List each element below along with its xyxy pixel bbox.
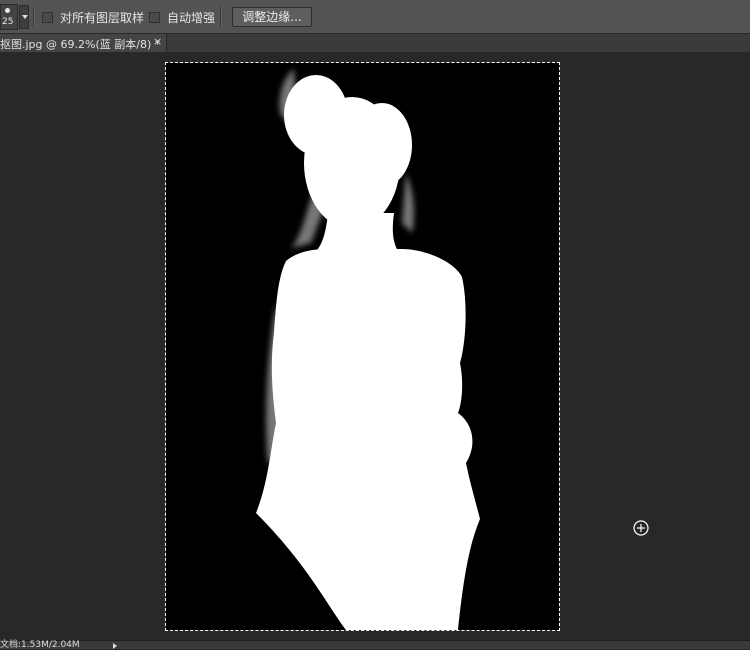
brush-preset-dropdown[interactable] [19, 5, 29, 29]
document-tab[interactable]: 抠图.jpg @ 69.2%(蓝 副本/8) * × [0, 34, 167, 52]
options-bar: 25 对所有图层取样 自动增强 调整边缘... [0, 0, 750, 34]
refine-edge-button[interactable]: 调整边缘... [232, 7, 312, 27]
workspace [0, 52, 750, 640]
status-bar: 文档:1.53M/2.04M [0, 640, 750, 650]
sample-all-layers-option[interactable]: 对所有图层取样 [42, 9, 144, 25]
close-icon[interactable]: × [153, 35, 162, 48]
auto-enhance-option[interactable]: 自动增强 [149, 9, 215, 25]
divider [220, 6, 222, 28]
document-tab-bar: 抠图.jpg @ 69.2%(蓝 副本/8) * × [0, 34, 750, 52]
brush-preset-picker[interactable]: 25 [0, 4, 18, 30]
sample-all-layers-label: 对所有图层取样 [60, 10, 145, 25]
brush-size-value: 25 [2, 17, 14, 27]
status-menu-arrow-icon[interactable] [113, 643, 117, 649]
selection-marquee [165, 62, 560, 631]
document-tab-title: 抠图.jpg @ 69.2%(蓝 副本/8) * [0, 38, 161, 51]
brush-dot-icon [5, 8, 10, 13]
auto-enhance-checkbox[interactable] [149, 11, 160, 23]
auto-enhance-label: 自动增强 [167, 10, 216, 25]
divider [33, 6, 35, 28]
sample-all-layers-checkbox[interactable] [42, 11, 53, 23]
crosshair-circle-icon [633, 520, 649, 536]
